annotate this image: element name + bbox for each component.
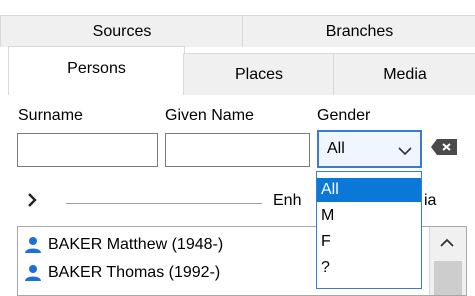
gender-selected-value: All bbox=[327, 140, 345, 157]
gender-option-m[interactable]: M bbox=[317, 204, 421, 228]
gender-dropdown-list: All M F ? bbox=[316, 171, 422, 289]
person-icon bbox=[24, 264, 42, 282]
tab-branches[interactable]: Branches bbox=[242, 15, 475, 47]
scrollbar-thumb[interactable] bbox=[434, 261, 462, 295]
person-icon bbox=[24, 236, 42, 254]
divider-line bbox=[66, 203, 262, 204]
tab-row-primary: Persons Places Media bbox=[0, 46, 475, 95]
gender-option-all[interactable]: All bbox=[317, 178, 421, 202]
vertical-scrollbar[interactable] bbox=[429, 227, 466, 295]
tab-places[interactable]: Places bbox=[183, 53, 334, 95]
tab-sources[interactable]: Sources bbox=[0, 15, 243, 47]
enhanced-filter-label-tail: ia bbox=[424, 192, 437, 209]
gender-option-f[interactable]: F bbox=[317, 230, 421, 254]
surname-label: Surname bbox=[18, 107, 83, 124]
tab-row-secondary: Sources Branches bbox=[0, 15, 475, 47]
tab-media[interactable]: Media bbox=[333, 53, 475, 95]
given-name-label: Given Name bbox=[165, 107, 254, 124]
backspace-icon bbox=[430, 139, 460, 161]
clear-filter-button[interactable] bbox=[430, 137, 460, 157]
person-name: BAKER Matthew (1948-) bbox=[48, 236, 224, 253]
person-name: BAKER Thomas (1992-) bbox=[48, 264, 221, 281]
chevron-down-icon bbox=[398, 143, 412, 161]
tab-persons[interactable]: Persons bbox=[8, 46, 185, 95]
gender-select[interactable]: All bbox=[317, 130, 422, 168]
surname-input[interactable] bbox=[17, 133, 158, 167]
chevron-right-icon[interactable] bbox=[27, 192, 37, 213]
given-name-input[interactable] bbox=[165, 133, 310, 167]
enhanced-filter-label: Enh bbox=[273, 192, 302, 209]
gender-label: Gender bbox=[317, 107, 371, 124]
chevron-up-icon[interactable] bbox=[440, 235, 454, 253]
gender-option-unknown[interactable]: ? bbox=[317, 256, 421, 280]
